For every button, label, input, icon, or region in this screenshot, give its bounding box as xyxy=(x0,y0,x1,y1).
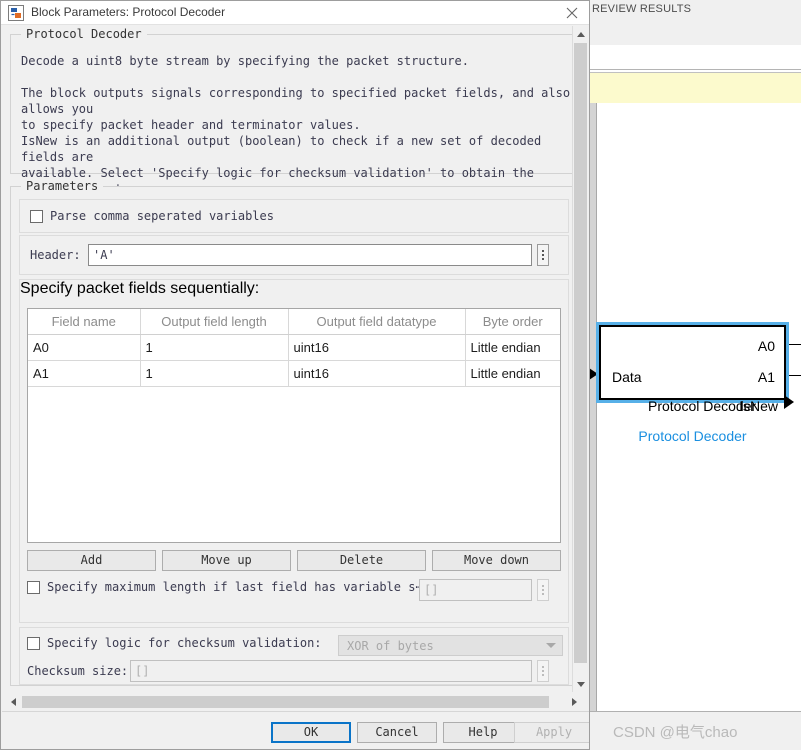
cancel-button[interactable]: Cancel xyxy=(357,722,437,743)
close-icon[interactable] xyxy=(563,4,581,22)
add-button[interactable]: Add xyxy=(27,550,156,571)
dialog-footer: OK Cancel Help Apply xyxy=(2,711,589,749)
max-length-checkbox[interactable] xyxy=(27,580,40,594)
cell-byte-order[interactable]: Little endian xyxy=(465,360,560,387)
ok-button[interactable]: OK xyxy=(271,722,351,743)
column-header-field-name[interactable]: Field name xyxy=(28,309,141,335)
block-port-label-a0: A0 xyxy=(757,338,775,354)
cell-output-field-length[interactable]: 1 xyxy=(140,334,289,361)
packet-fields-title: Specify packet fields sequentially: xyxy=(20,280,568,298)
header-label: Header: xyxy=(30,248,81,262)
dialog-titlebar: Block Parameters: Protocol Decoder xyxy=(1,1,589,25)
table-header-row: Field name Output field length Output fi… xyxy=(28,309,560,335)
dialog-vertical-scrollbar[interactable] xyxy=(572,26,588,692)
parse-csv-panel: Parse comma seperated variables xyxy=(19,199,569,233)
protocol-decoder-block[interactable]: Data A0 A1 IsNew Protocol Decoder xyxy=(596,322,789,414)
parameters-group-title: Parameters xyxy=(21,179,104,193)
signal-line-a1 xyxy=(789,375,801,376)
checksum-size-label: Checksum size: xyxy=(27,664,129,678)
description-group-title: Protocol Decoder xyxy=(21,27,147,41)
header-panel: Header: 'A' xyxy=(19,235,569,275)
max-length-label: Specify maximum length if last field has… xyxy=(47,580,423,594)
vertical-scroll-thumb[interactable] xyxy=(574,43,587,663)
canvas-tab-strip xyxy=(589,45,801,70)
checksum-panel: Specify logic for checksum validation: X… xyxy=(19,627,569,685)
packet-fields-table[interactable]: Field name Output field length Output fi… xyxy=(28,309,560,387)
cell-field-name[interactable]: A1 xyxy=(28,360,141,387)
cell-byte-order[interactable]: Little endian xyxy=(465,334,560,361)
dialog-scroll-area: Protocol Decoder Decode a uint8 byte str… xyxy=(2,26,589,692)
block-parameters-dialog: Block Parameters: Protocol Decoder Proto… xyxy=(0,0,590,750)
move-up-button[interactable]: Move up xyxy=(162,550,291,571)
checksum-logic-dropdown[interactable]: XOR of bytes xyxy=(338,635,563,656)
table-row[interactable]: A0 1 uint16 Little endian xyxy=(28,334,560,361)
checksum-logic-checkbox-row[interactable]: Specify logic for checksum validation: xyxy=(27,636,322,650)
block-body: Data A0 A1 IsNew Protocol Decoder xyxy=(599,325,786,414)
simulink-block-icon xyxy=(8,5,24,21)
cell-field-name[interactable]: A0 xyxy=(28,334,141,361)
delete-button[interactable]: Delete xyxy=(297,550,426,571)
parse-csv-label: Parse comma seperated variables xyxy=(50,209,274,223)
toolstrip-section-label: REVIEW RESULTS xyxy=(592,3,692,15)
toolstrip-row-secondary xyxy=(589,22,801,47)
description-group: Protocol Decoder Decode a uint8 byte str… xyxy=(10,27,578,212)
signal-line-a0 xyxy=(789,344,801,345)
horizontal-scroll-thumb[interactable] xyxy=(22,696,549,708)
block-port-label-data: Data xyxy=(612,369,642,385)
canvas-left-gutter xyxy=(589,103,597,711)
move-down-button[interactable]: Move down xyxy=(432,550,561,571)
checksum-logic-checkbox[interactable] xyxy=(27,636,40,650)
scroll-up-icon[interactable] xyxy=(573,26,588,42)
checksum-size-input[interactable]: [] xyxy=(130,660,532,682)
field-action-buttons: Add Move up Delete Move down xyxy=(27,550,561,571)
dialog-title: Block Parameters: Protocol Decoder xyxy=(31,5,226,19)
watermark: CSDN @电气chao xyxy=(613,724,738,741)
chevron-down-icon xyxy=(546,643,556,648)
parse-csv-checkbox[interactable] xyxy=(30,209,43,223)
cell-output-field-datatype[interactable]: uint16 xyxy=(288,334,466,361)
header-ellipsis-button[interactable] xyxy=(537,244,549,266)
help-button[interactable]: Help xyxy=(443,722,523,743)
dialog-horizontal-scrollbar[interactable] xyxy=(5,694,582,710)
max-length-input[interactable]: [] xyxy=(419,579,532,601)
description-paragraph-2: The block outputs signals corresponding … xyxy=(21,86,571,132)
scroll-left-icon[interactable] xyxy=(5,694,21,710)
cell-output-field-length[interactable]: 1 xyxy=(140,360,289,387)
column-header-output-field-length[interactable]: Output field length xyxy=(140,309,289,335)
block-output-port-arrow-isnew xyxy=(784,395,794,409)
column-header-byte-order[interactable]: Byte order xyxy=(465,309,560,335)
block-inner-name: Protocol Decoder xyxy=(648,398,757,414)
cell-output-field-datatype[interactable]: uint16 xyxy=(288,360,466,387)
description-paragraph-1: Decode a uint8 byte stream by specifying… xyxy=(21,54,469,68)
screen: REVIEW RESULTS Data A0 A1 IsNew Protocol… xyxy=(0,0,801,750)
header-input[interactable]: 'A' xyxy=(88,244,532,266)
table-row[interactable]: A1 1 uint16 Little endian xyxy=(28,360,560,387)
notification-band xyxy=(589,72,801,104)
scroll-right-icon[interactable] xyxy=(566,694,582,710)
block-name-label: Protocol Decoder xyxy=(638,428,747,444)
checksum-logic-dropdown-value: XOR of bytes xyxy=(347,638,434,653)
parse-csv-checkbox-row[interactable]: Parse comma seperated variables xyxy=(30,209,274,223)
column-header-output-field-datatype[interactable]: Output field datatype xyxy=(288,309,466,335)
max-length-ellipsis-button[interactable] xyxy=(537,579,549,601)
scroll-down-icon[interactable] xyxy=(573,676,588,692)
parameters-group: Parameters Parse comma seperated variabl… xyxy=(10,179,578,686)
apply-button: Apply xyxy=(514,722,589,743)
max-length-checkbox-row[interactable]: Specify maximum length if last field has… xyxy=(27,580,423,594)
packet-fields-table-wrap[interactable]: Field name Output field length Output fi… xyxy=(27,308,561,543)
checksum-logic-label: Specify logic for checksum validation: xyxy=(47,636,322,650)
block-port-label-a1: A1 xyxy=(757,369,775,385)
checksum-size-ellipsis-button[interactable] xyxy=(537,660,549,682)
packet-fields-panel: Specify packet fields sequentially: Fiel… xyxy=(19,279,569,623)
